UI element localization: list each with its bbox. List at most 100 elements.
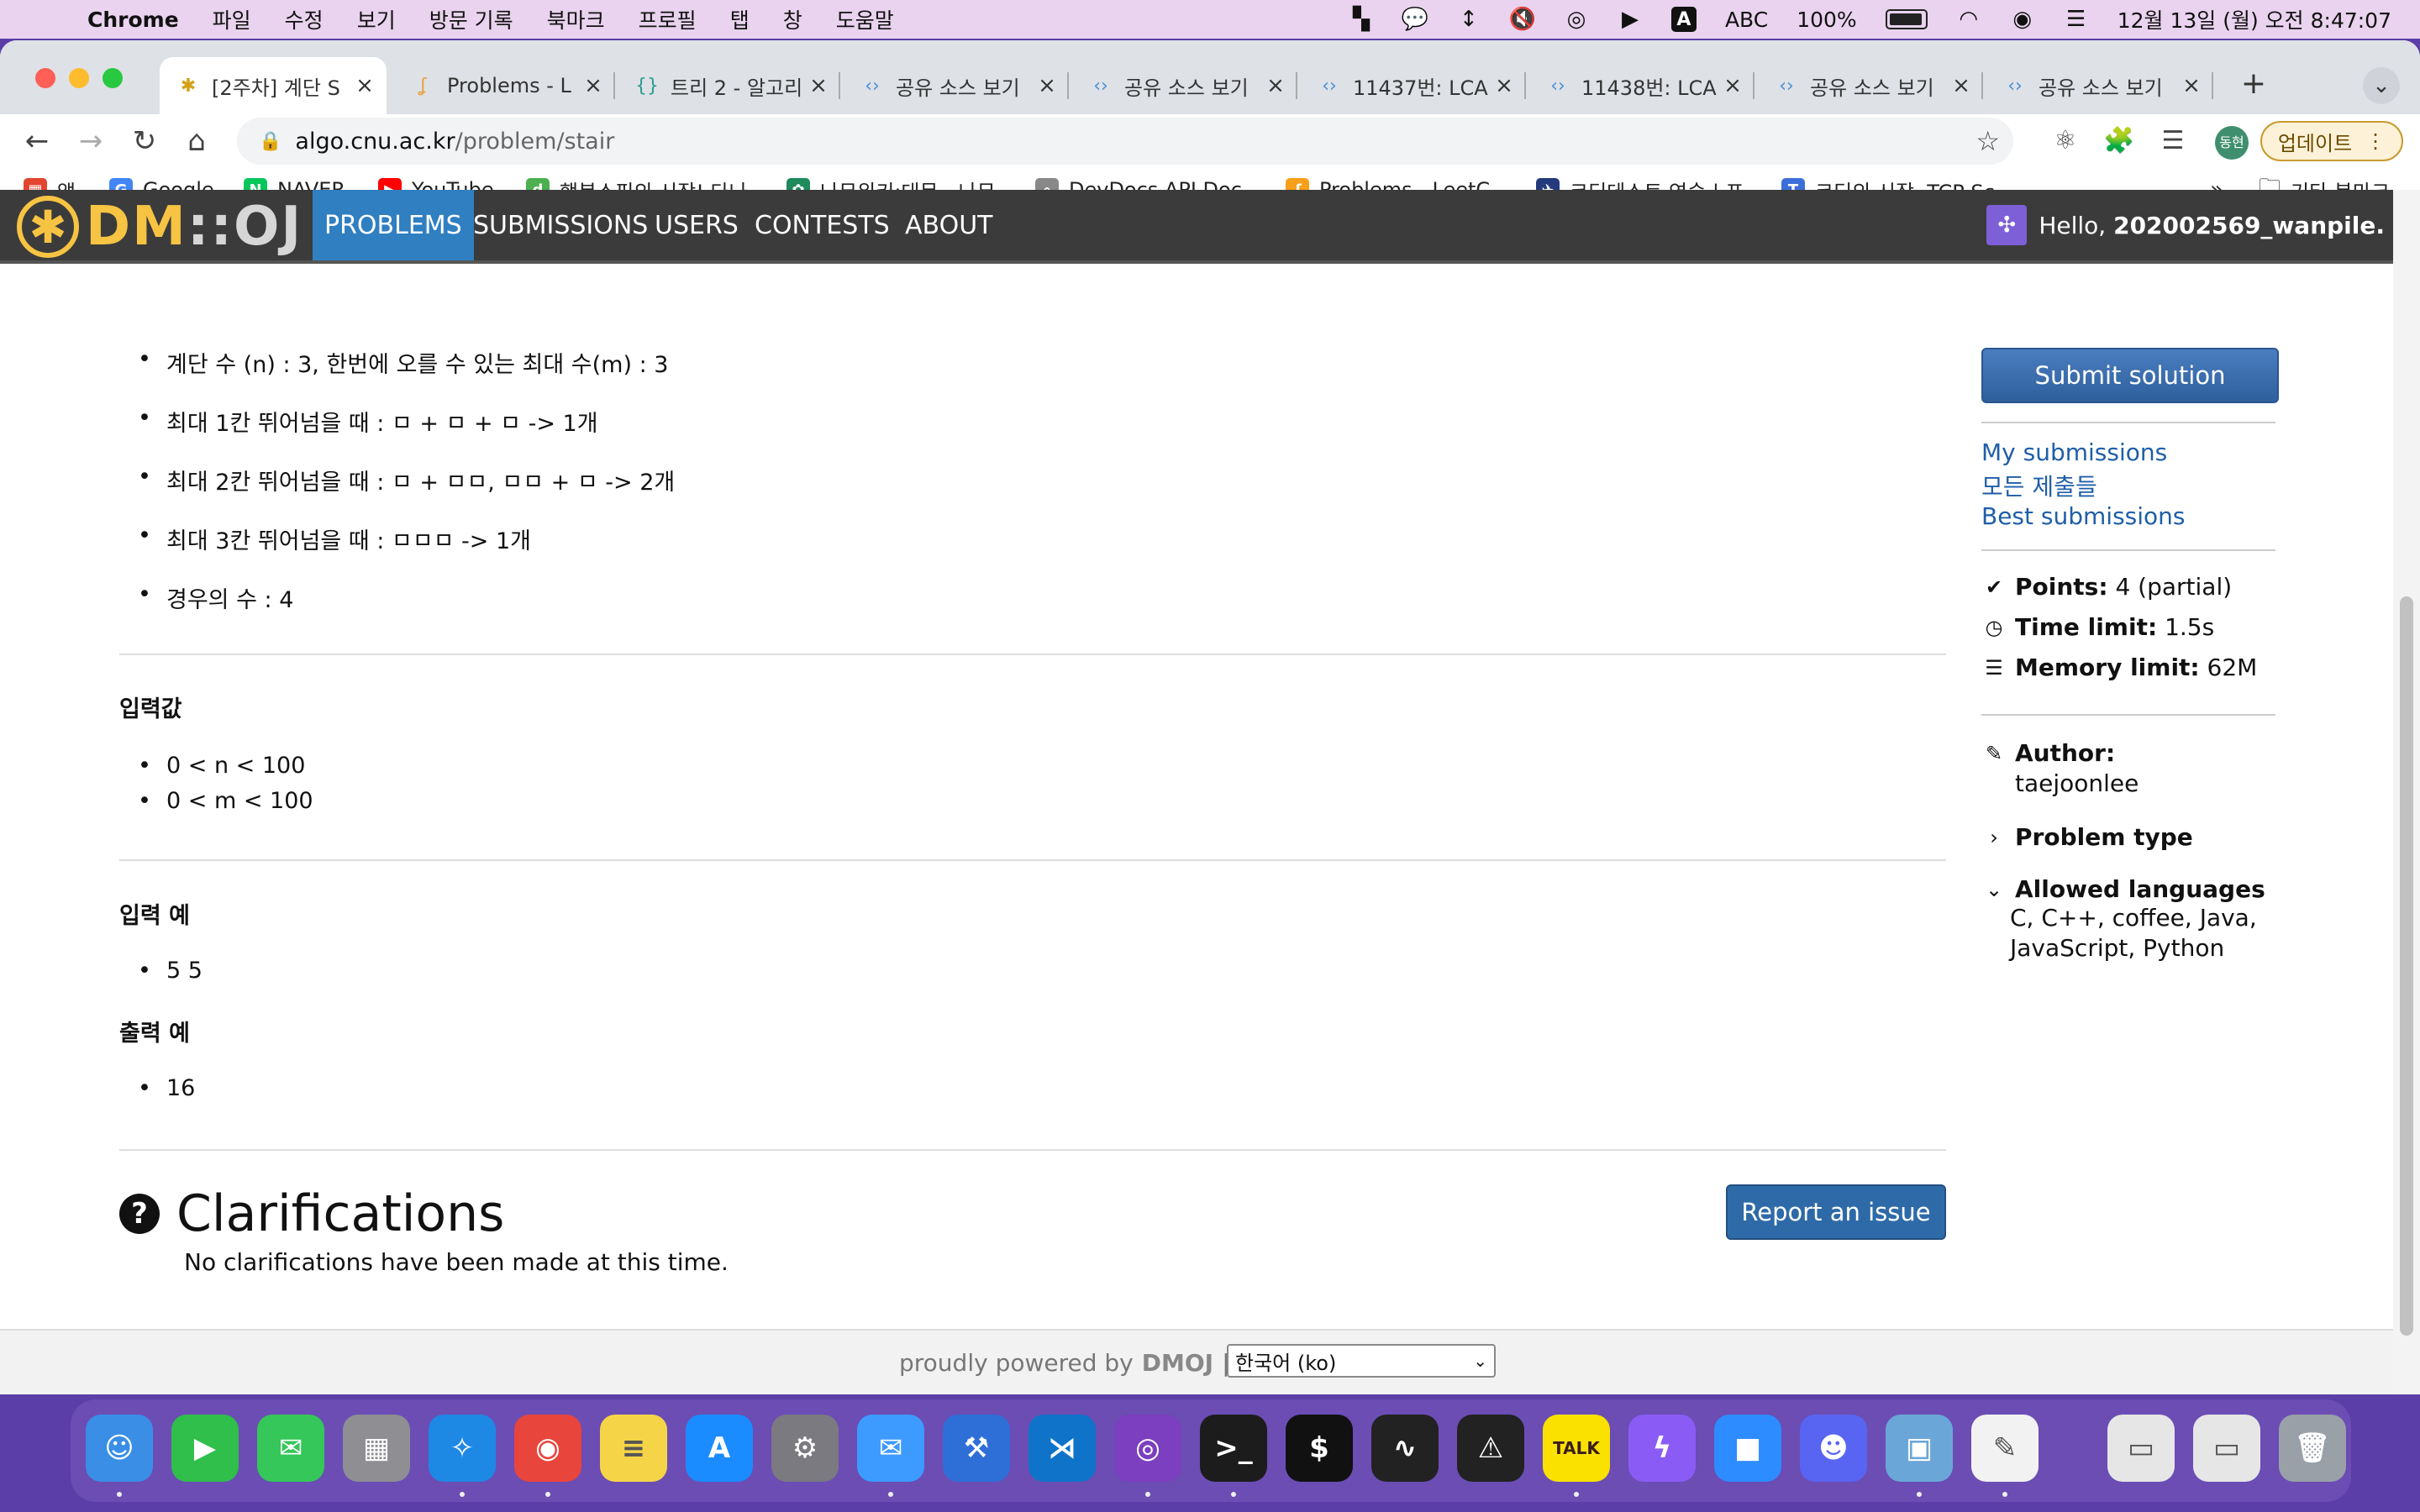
close-tab-icon[interactable]: × [807,73,830,98]
language-select[interactable]: 한국어 (ko) ⌄ [1227,1344,1496,1378]
report-issue-button[interactable]: Report an issue [1726,1184,1946,1240]
update-button[interactable]: 업데이트 ⋮ [2260,121,2403,161]
close-window-button[interactable] [35,68,55,88]
best-submissions-link[interactable]: Best submissions [1981,502,2185,530]
nav-about[interactable]: ABOUT [893,190,1004,260]
browser-tab[interactable]: ʆ Problems - L × [395,57,615,114]
app-menu[interactable]: Chrome [87,8,179,32]
user-avatar[interactable]: ✣ [1986,205,2028,245]
close-tab-icon[interactable]: × [1492,73,1516,98]
battery-percent[interactable]: 100% [1797,8,1856,32]
github-desktop-icon[interactable]: ◎ [1114,1415,1181,1482]
browser-tab[interactable]: ‹› 11438번: LCA × [1529,57,1754,114]
my-submissions-link[interactable]: My submissions [1981,438,2167,466]
browser-tab[interactable]: ✱ [2주차] 계단 S × [160,57,387,114]
menu-tab[interactable]: 탭 [730,4,750,34]
facetime-icon[interactable]: ▶ [171,1415,239,1482]
dmoj-link[interactable]: DMOJ [1142,1349,1213,1377]
close-tab-icon[interactable]: × [1721,73,1744,98]
username[interactable]: 202002569_wanpile. [2113,212,2385,239]
system-preferences-icon[interactable]: ⚙ [771,1415,839,1482]
zoom-window-button[interactable] [103,68,123,88]
control-center-icon[interactable]: ☰ [2064,7,2089,32]
activity-monitor-icon[interactable]: ∿ [1371,1415,1439,1482]
window-manager-icon[interactable]: ▚ [1349,7,1374,32]
back-button[interactable]: ← [18,123,55,160]
textedit-icon[interactable]: ✎ [1971,1415,2039,1482]
menu-bookmarks[interactable]: 북마크 [547,4,605,34]
scrollbar-thumb[interactable] [2400,596,2413,1336]
recent-window-icon[interactable]: ▭ [2193,1415,2260,1482]
resize-arrows-icon[interactable]: ↕ [1456,7,1481,32]
menu-file[interactable]: 파일 [213,4,251,34]
react-devtools-icon[interactable]: ⚛ [2049,124,2082,158]
forward-button[interactable]: → [72,123,109,160]
close-tab-icon[interactable]: × [581,73,605,98]
trash-icon[interactable]: 🗑 [2279,1415,2346,1482]
close-tab-icon[interactable]: × [2180,73,2203,98]
menu-view[interactable]: 보기 [357,4,396,34]
preview-icon[interactable]: ▣ [1886,1415,1953,1482]
menu-help[interactable]: 도움말 [836,4,894,34]
nav-problems[interactable]: PROBLEMS [313,190,474,260]
profile-avatar[interactable]: 동현 [2215,126,2249,160]
browser-tab[interactable]: ‹› 11437번: LCA × [1301,57,1526,114]
vscode-icon[interactable]: ⋊ [1028,1415,1096,1482]
battery-icon[interactable] [1885,9,1928,29]
iterm-icon[interactable]: $ [1286,1415,1353,1482]
close-tab-icon[interactable]: × [1949,73,1973,98]
launchpad-icon[interactable]: ▦ [343,1415,410,1482]
browser-tab[interactable]: ‹› 공유 소스 보기 × [844,57,1069,114]
menu-profiles[interactable]: 프로필 [639,4,697,34]
messages-icon[interactable]: ✉ [257,1415,324,1482]
address-bar[interactable]: 🔒 algo.cnu.ac.kr/problem/stair ☆ [237,118,2013,165]
input-source-label[interactable]: ABC [1725,8,1768,32]
page-scrollbar[interactable] [2393,190,2420,1394]
problem-type-toggle[interactable]: › Problem type [1981,823,2193,851]
nav-submissions[interactable]: SUBMISSIONS [461,190,660,260]
all-submissions-link[interactable]: 모든 제출들 [1981,469,2097,502]
browser-tab[interactable]: ‹› 공유 소스 보기 × [1072,57,1297,114]
mute-icon[interactable]: 🔇 [1509,7,1536,32]
browser-tab[interactable]: {} 트리 2 - 알고리 × [618,57,840,114]
play-circle-icon[interactable]: ▶ [1618,7,1643,32]
author-link[interactable]: taejoonlee [2015,769,2139,797]
allowed-languages-toggle[interactable]: ⌄ Allowed languages [1981,875,2265,903]
close-tab-icon[interactable]: × [1035,73,1059,98]
discord-icon[interactable]: ☻ [1800,1415,1867,1482]
close-tab-icon[interactable]: × [353,73,376,98]
menubar-clock[interactable]: 12월 13일 (월) 오전 8:47:07 [2118,4,2391,34]
user-icon[interactable]: ◉ [2010,7,2035,32]
tab-search-button[interactable]: ⌄ [2363,67,2400,104]
bookmark-star-icon[interactable]: ☆ [1975,125,2000,157]
menu-window[interactable]: 창 [783,4,802,34]
chat-bubble-icon[interactable]: 💬 [1402,7,1428,32]
zoom-icon[interactable]: ■ [1714,1415,1781,1482]
notes-icon[interactable]: ≡ [600,1415,667,1482]
nav-users[interactable]: USERS [643,190,750,260]
input-source-icon[interactable]: A [1670,7,1697,32]
xcode-icon[interactable]: ⚒ [943,1415,1010,1482]
new-tab-button[interactable]: + [2235,67,2272,104]
app-store-icon[interactable]: A [686,1415,753,1482]
console-icon[interactable]: ⚠ [1457,1415,1524,1482]
menu-history[interactable]: 방문 기록 [429,4,513,34]
menu-edit[interactable]: 수정 [285,4,324,34]
user-greeting[interactable]: ✣ Hello, 202002569_wanpile. [1986,190,2385,260]
browser-tab[interactable]: ‹› 공유 소스 보기 × [1758,57,1983,114]
dmoj-logo[interactable]: ✱ DM::OJ [17,196,302,258]
nav-contests[interactable]: CONTESTS [743,190,902,260]
lock-icon[interactable]: 🔒 [259,131,281,152]
browser-tab[interactable]: ‹› 공유 소스 보기 × [1986,57,2213,114]
extensions-icon[interactable]: 🧩 [2102,124,2136,158]
reading-list-icon[interactable]: ☰ [2156,124,2190,158]
home-button[interactable]: ⌂ [178,123,215,160]
chrome-icon[interactable]: ◉ [514,1415,581,1482]
finder-icon[interactable]: ☺ [86,1415,153,1482]
terminal-icon[interactable]: >_ [1200,1415,1267,1482]
reload-button[interactable]: ↻ [126,123,163,160]
airdrop-icon[interactable]: ◎ [1564,7,1589,32]
kakaotalk-icon[interactable]: TALK [1543,1415,1610,1482]
minimize-window-button[interactable] [69,68,89,88]
wifi-icon[interactable]: ◠ [1956,7,1981,32]
